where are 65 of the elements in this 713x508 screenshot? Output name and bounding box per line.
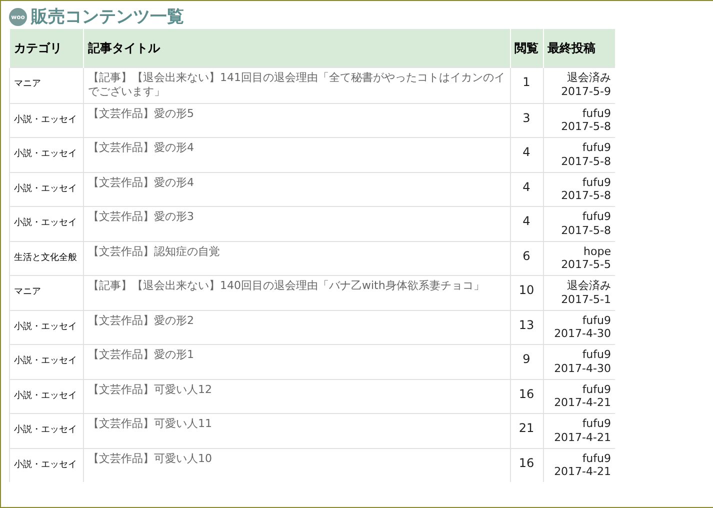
poster-name: fufu9	[582, 314, 611, 328]
poster-name: fufu9	[582, 210, 611, 224]
view-count: 16	[518, 456, 534, 470]
column-header: 閲覧	[510, 29, 543, 68]
article-title[interactable]: 【文芸作品】可愛い人10	[88, 452, 506, 466]
article-title[interactable]: 【文芸作品】愛の形5	[88, 106, 506, 121]
poster-name: fufu9	[582, 382, 611, 396]
post-date: 2017-4-30	[554, 362, 611, 376]
category-label: 小説・エッセイ	[14, 322, 77, 332]
poster-name: fufu9	[582, 348, 611, 362]
article-title[interactable]: 【文芸作品】愛の形1	[88, 348, 506, 362]
category-label: マニア	[14, 79, 41, 89]
category-label: 小説・エッセイ	[14, 218, 77, 228]
article-title[interactable]: 【文芸作品】愛の形3	[88, 210, 506, 224]
view-count: 10	[518, 283, 534, 298]
category-label: 小説・エッセイ	[14, 149, 77, 160]
article-title[interactable]: 【文芸作品】愛の形4	[88, 141, 506, 156]
view-count: 4	[522, 145, 530, 160]
post-date: 2017-4-21	[554, 396, 611, 410]
article-title[interactable]: 【文芸作品】可愛い人11	[88, 417, 506, 432]
post-date: 2017-4-30	[554, 327, 611, 342]
category-label: 小説・エッセイ	[14, 460, 77, 470]
post-date: 2017-5-8	[561, 189, 611, 204]
poster-name: hope	[584, 244, 611, 258]
post-date: 2017-5-8	[561, 154, 611, 169]
category-label: 小説・エッセイ	[14, 184, 77, 194]
article-title[interactable]: 【文芸作品】認知症の自覚	[88, 244, 506, 259]
poster-name: fufu9	[582, 417, 611, 431]
post-date: 2017-5-8	[561, 120, 611, 134]
poster-name: 退会済み	[567, 279, 611, 293]
category-label: マニア	[14, 287, 41, 298]
poster-name: fufu9	[582, 106, 611, 120]
view-count: 13	[518, 318, 534, 332]
view-count: 16	[518, 386, 534, 401]
poster-name: fufu9	[582, 141, 611, 155]
article-title[interactable]: 【文芸作品】可愛い人12	[88, 382, 506, 397]
category-label: 小説・エッセイ	[14, 114, 77, 125]
view-count: 9	[522, 352, 530, 366]
view-count: 21	[518, 421, 534, 436]
view-count: 4	[522, 214, 530, 228]
column-header: 最終投稿	[543, 29, 615, 68]
article-title[interactable]: 【文芸作品】愛の形2	[88, 314, 506, 328]
article-title[interactable]: 【記事】【退会出来ない】140回目の退会理由「バナ乙with身体欲系妻チョコ」	[88, 279, 506, 294]
column-header: カテゴリ	[10, 29, 84, 68]
post-date: 2017-4-21	[554, 465, 611, 480]
poster-name: 退会済み	[567, 71, 611, 85]
category-label: 生活と文化全般	[14, 252, 77, 263]
article-title[interactable]: 【記事】【退会出来ない】141回目の退会理由「全て秘書がやったコトはイカンのイでございます」	[88, 71, 506, 100]
view-count: 1	[522, 75, 530, 89]
post-date: 2017-5-8	[561, 224, 611, 238]
category-label: 小説・エッセイ	[14, 425, 77, 436]
post-date: 2017-5-1	[561, 292, 611, 307]
page-title: 販売コンテンツ一覧	[31, 8, 184, 26]
poster-name: fufu9	[582, 176, 611, 190]
post-date: 2017-5-5	[561, 258, 611, 272]
category-label: 小説・エッセイ	[14, 390, 77, 401]
column-header: 記事タイトル	[84, 29, 510, 68]
view-count: 6	[522, 248, 530, 263]
category-label: 小説・エッセイ	[14, 356, 77, 366]
article-title[interactable]: 【文芸作品】愛の形4	[88, 176, 506, 190]
post-date: 2017-5-9	[561, 84, 611, 98]
view-count: 3	[522, 110, 530, 125]
view-count: 4	[522, 180, 530, 194]
post-date: 2017-4-21	[554, 430, 611, 445]
poster-name: fufu9	[582, 452, 611, 466]
